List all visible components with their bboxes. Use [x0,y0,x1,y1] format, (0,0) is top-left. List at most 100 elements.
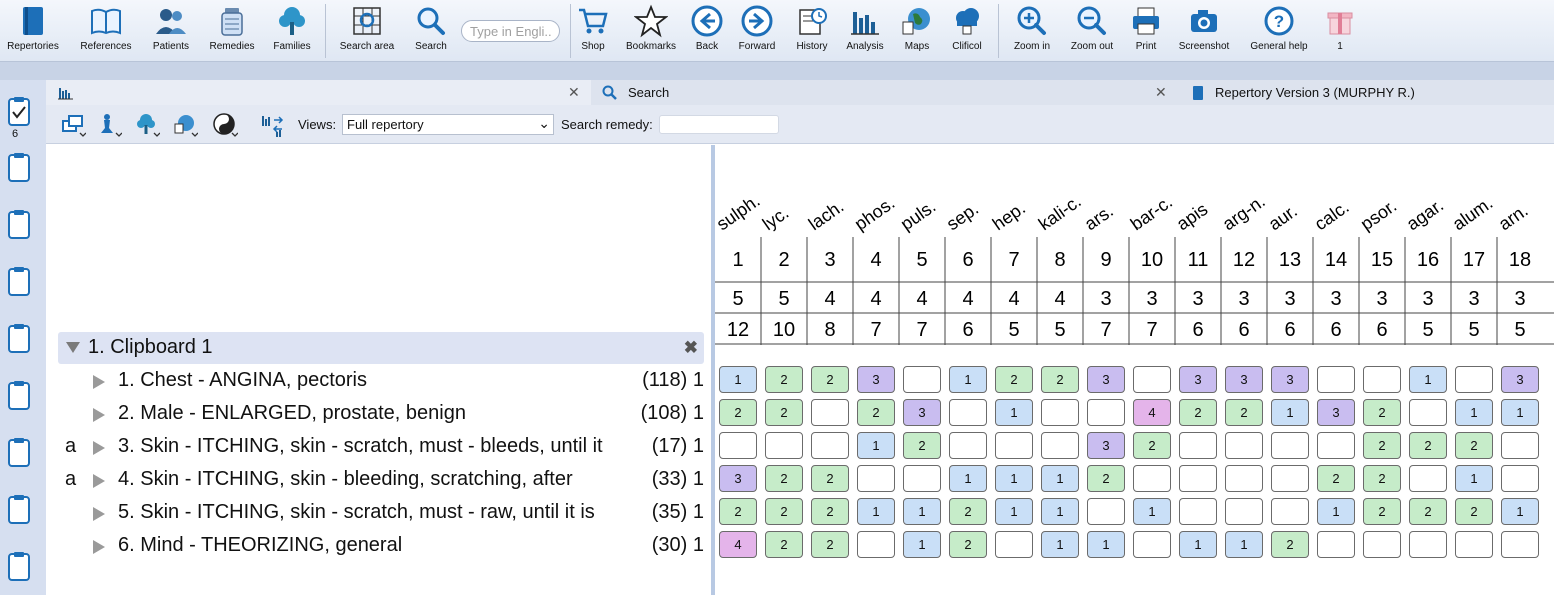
repertories-button[interactable]: Repertories [0,0,66,60]
clipboard-icon[interactable] [8,437,30,467]
grade-cell[interactable]: 2 [765,399,803,426]
grade-cell[interactable] [1225,498,1263,525]
grade-cell[interactable]: 1 [857,432,895,459]
grade-cell[interactable] [1179,465,1217,492]
grade-cell[interactable] [1133,366,1171,393]
grade-cell[interactable] [1363,531,1401,558]
grade-cell[interactable]: 1 [1133,498,1171,525]
history-button[interactable]: History [790,0,834,60]
gift-button[interactable]: 1 [1322,0,1358,60]
clificol-button[interactable]: Clificol [944,0,990,60]
rubric-row[interactable]: 6. Mind - THEORIZING, general (30) 1 [58,530,708,563]
grade-cell[interactable]: 1 [1041,531,1079,558]
grade-cell[interactable] [1133,531,1171,558]
grade-cell[interactable]: 1 [857,498,895,525]
grade-cell[interactable]: 1 [719,366,757,393]
collapse-triangle-icon[interactable] [66,342,80,353]
tab-repertory[interactable]: Repertory Version 3 (MURPHY R.) [1184,80,1554,105]
rubric-row[interactable]: 5. Skin - ITCHING, skin - scratch, must … [58,497,708,530]
grade-cell[interactable]: 2 [765,465,803,492]
grade-cell[interactable] [903,465,941,492]
grade-cell[interactable] [1225,465,1263,492]
globe-filter-icon[interactable] [172,112,198,138]
grade-cell[interactable]: 1 [903,531,941,558]
grade-cell[interactable]: 2 [903,432,941,459]
grade-cell[interactable] [949,399,987,426]
rubric-row[interactable]: a 3. Skin - ITCHING, skin - scratch, must… [58,431,708,464]
grade-cell[interactable] [1271,432,1309,459]
grade-cell[interactable]: 1 [1501,399,1539,426]
yin-yang-icon[interactable] [212,112,238,138]
grade-cell[interactable]: 1 [1317,498,1355,525]
clipboard-icon[interactable] [8,266,30,296]
search-button[interactable]: Search [406,0,456,60]
grade-cell[interactable]: 2 [1133,432,1171,459]
close-tab-search-icon[interactable]: ✕ [1155,80,1167,105]
clipboard-icon[interactable] [8,152,30,182]
grade-cell[interactable]: 1 [1409,366,1447,393]
grade-cell[interactable] [1501,432,1539,459]
toolbar-search-input[interactable] [461,20,560,42]
grade-cell[interactable] [857,531,895,558]
clipboard-icon[interactable] [8,323,30,353]
grade-cell[interactable]: 3 [1087,432,1125,459]
grade-cell[interactable] [1317,531,1355,558]
bookmarks-button[interactable]: Bookmarks [620,0,682,60]
clipboard-icon[interactable] [8,380,30,410]
zoom-out-button[interactable]: Zoom out [1064,0,1120,60]
expand-triangle-icon[interactable] [93,408,105,422]
grade-cell[interactable]: 3 [903,399,941,426]
grade-cell[interactable]: 2 [765,531,803,558]
families-button[interactable]: Families [266,0,318,60]
tab-analysis[interactable] [46,80,591,105]
views-select[interactable]: Full repertory ⌄ [342,114,554,135]
remove-clipboard-icon[interactable]: ✖ [684,338,698,358]
grade-cell[interactable]: 2 [1363,399,1401,426]
grade-cell[interactable] [1225,432,1263,459]
grade-cell[interactable]: 2 [1363,498,1401,525]
grade-cell[interactable]: 1 [995,399,1033,426]
general-help-button[interactable]: ? General help [1246,0,1312,60]
grade-cell[interactable] [949,432,987,459]
grade-cell[interactable]: 3 [857,366,895,393]
window-layout-icon[interactable] [60,112,86,138]
grade-cell[interactable]: 3 [1225,366,1263,393]
grade-cell[interactable]: 2 [811,465,849,492]
clipboard-icon[interactable] [8,209,30,239]
grade-cell[interactable] [1409,531,1447,558]
grade-cell[interactable]: 1 [1455,465,1493,492]
grade-cell[interactable] [995,531,1033,558]
grade-cell[interactable]: 2 [811,498,849,525]
tab-search[interactable]: Search [594,80,1169,105]
grade-cell[interactable] [811,432,849,459]
grade-cell[interactable] [811,399,849,426]
grade-cell[interactable]: 2 [765,498,803,525]
grade-cell[interactable]: 1 [1455,399,1493,426]
grade-cell[interactable] [1409,399,1447,426]
grade-cell[interactable] [1455,366,1493,393]
back-button[interactable]: Back [688,0,726,60]
clipboard-checked-icon[interactable] [8,96,30,126]
grade-cell[interactable] [1179,498,1217,525]
grade-cell[interactable]: 1 [995,498,1033,525]
strategy-piece-icon[interactable] [96,112,122,138]
grade-cell[interactable] [1271,465,1309,492]
screenshot-button[interactable]: Screenshot [1172,0,1236,60]
expand-triangle-icon[interactable] [93,540,105,554]
grade-cell[interactable]: 1 [1501,498,1539,525]
grade-cell[interactable]: 3 [1271,366,1309,393]
grade-cell[interactable]: 3 [1179,366,1217,393]
grade-cell[interactable] [1271,498,1309,525]
grade-cell[interactable]: 3 [719,465,757,492]
expand-triangle-icon[interactable] [93,474,105,488]
grade-cell[interactable]: 3 [1317,399,1355,426]
analysis-button[interactable]: Analysis [842,0,888,60]
clipboard-header[interactable]: 1. Clipboard 1 ✖ [58,332,704,364]
grade-cell[interactable]: 2 [811,531,849,558]
references-button[interactable]: References [74,0,138,60]
rubric-row[interactable]: 1. Chest - ANGINA, pectoris (118) 1 [58,365,708,398]
grade-cell[interactable]: 3 [1087,366,1125,393]
grade-cell[interactable]: 2 [1409,498,1447,525]
grade-cell[interactable]: 1 [949,465,987,492]
close-tab-analysis-icon[interactable]: ✕ [568,80,580,105]
